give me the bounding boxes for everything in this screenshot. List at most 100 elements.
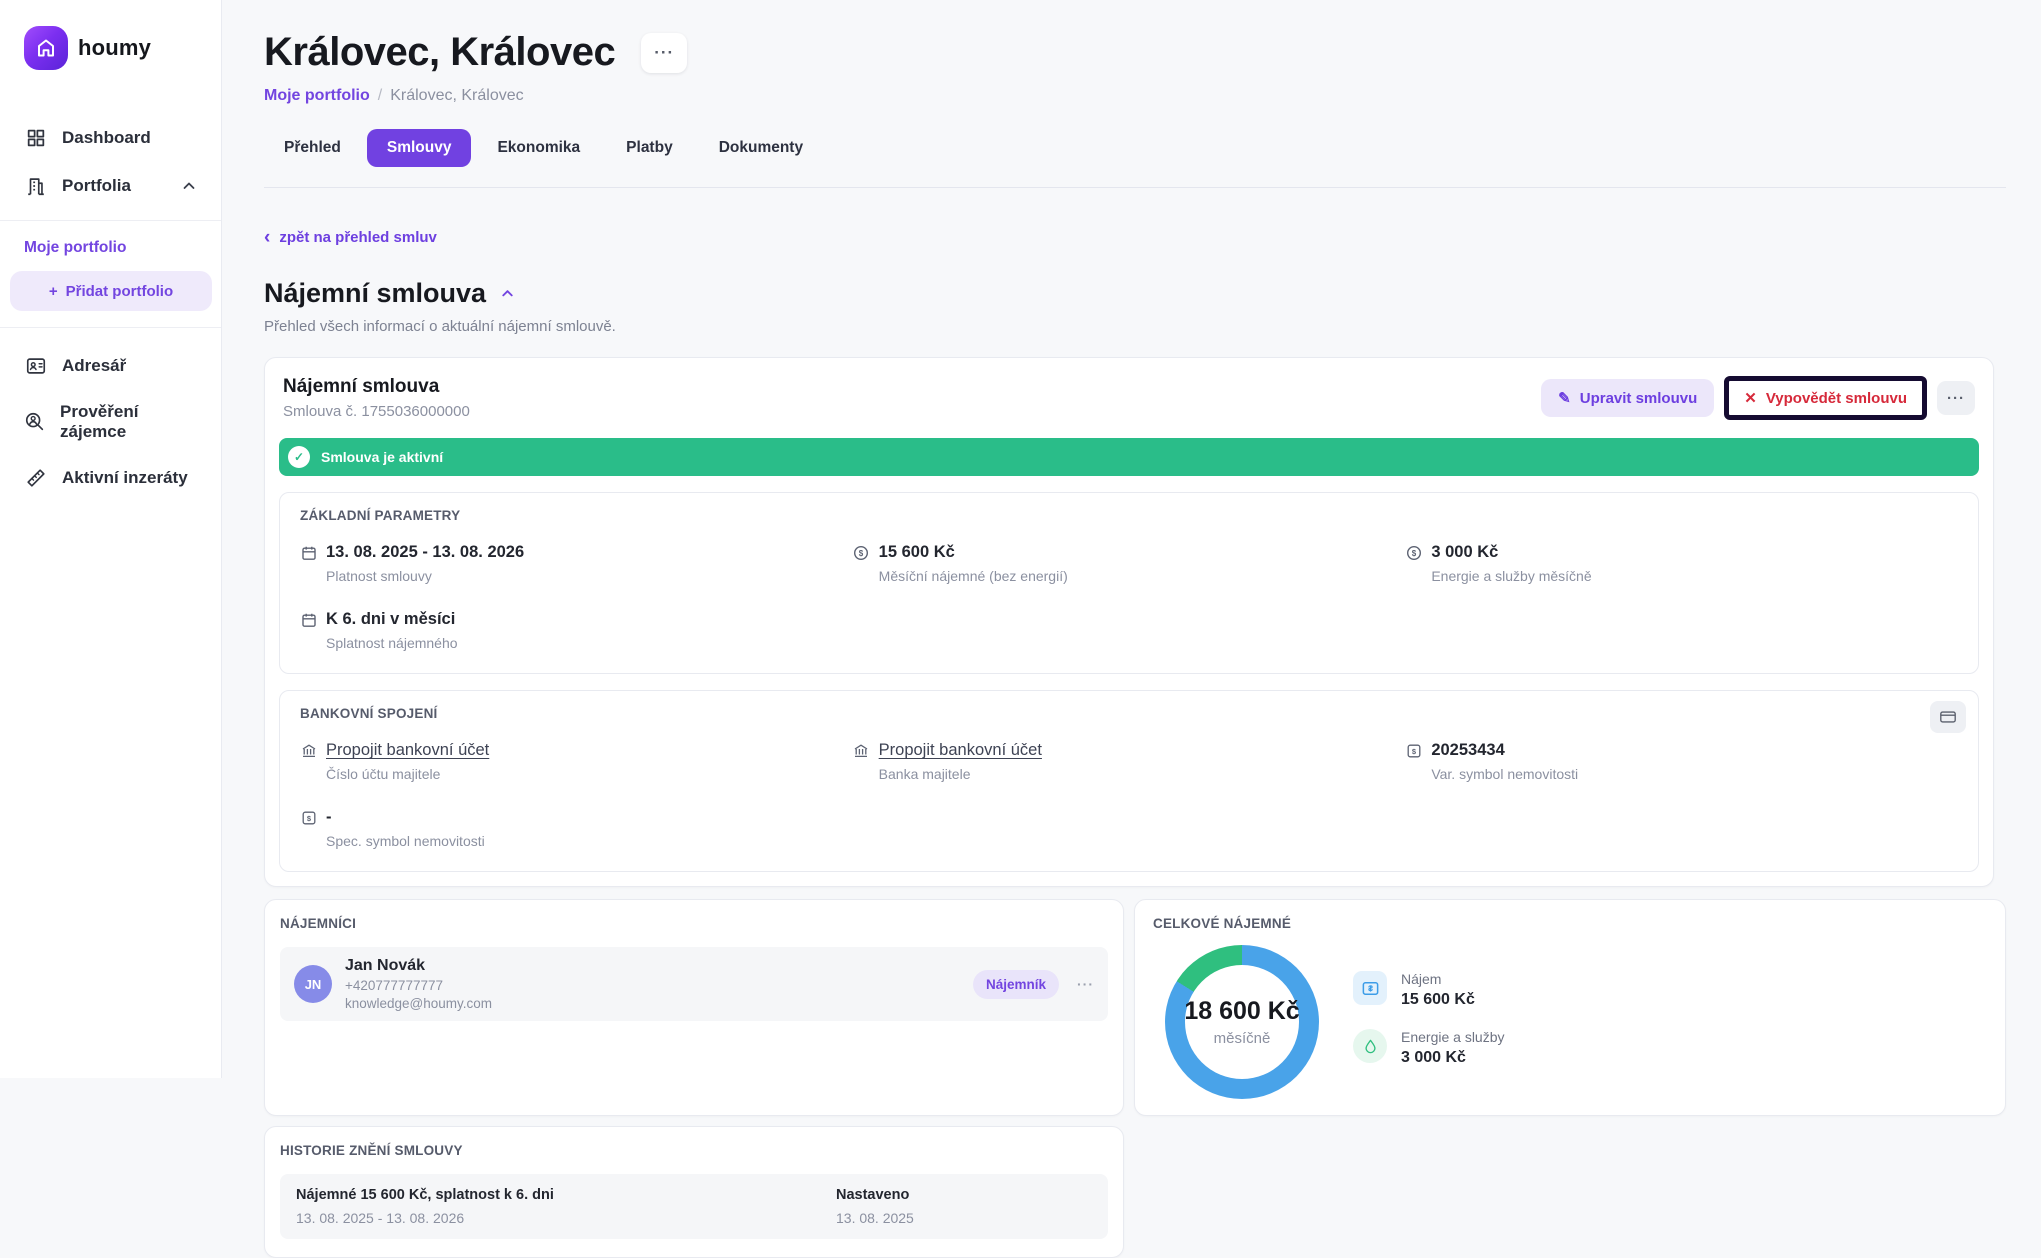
bank-account-owner: Propojit bankovní účet Číslo účtu majite… bbox=[300, 741, 853, 782]
houmy-logo-icon bbox=[24, 26, 68, 70]
banknote-icon bbox=[1353, 971, 1387, 1005]
svg-text:$: $ bbox=[1412, 747, 1417, 756]
contract-number: Smlouva č. 1755036000000 bbox=[283, 403, 470, 420]
page-title: Královec, Královec bbox=[264, 30, 615, 75]
credit-card-icon bbox=[1939, 708, 1957, 726]
logo[interactable]: houmy bbox=[0, 26, 221, 70]
tab-bar: Přehled Smlouvy Ekonomika Platby Dokumen… bbox=[264, 129, 2006, 188]
param-platnost: 13. 08. 2025 - 13. 08. 2026 Platnost sml… bbox=[300, 543, 853, 584]
specific-symbol-value: - bbox=[326, 808, 332, 827]
status-text: Smlouva je aktivní bbox=[321, 449, 443, 465]
svg-text:$: $ bbox=[1412, 549, 1417, 558]
history-set-date: 13. 08. 2025 bbox=[836, 1210, 914, 1226]
param-label: Měsíční nájemné (bez energií) bbox=[879, 568, 1406, 584]
person-search-icon bbox=[24, 410, 46, 434]
history-card: HISTORIE ZNĚNÍ SMLOUVY Nájemné 15 600 Kč… bbox=[264, 1126, 1124, 1258]
history-title: Nájemné 15 600 Kč, splatnost k 6. dni bbox=[296, 1187, 836, 1203]
history-set-label: Nastaveno bbox=[836, 1187, 914, 1203]
contract-more-button[interactable]: ··· bbox=[1937, 381, 1975, 415]
param-value: K 6. dni v měsíci bbox=[326, 610, 455, 629]
connect-bank-link[interactable]: Propojit bankovní účet bbox=[326, 741, 489, 760]
tab-prehled[interactable]: Přehled bbox=[264, 129, 361, 167]
tab-platby[interactable]: Platby bbox=[606, 129, 693, 167]
ruler-icon bbox=[24, 466, 48, 490]
legend-label: Nájem bbox=[1401, 971, 1475, 987]
coin-icon: $ bbox=[853, 544, 870, 561]
coin-icon: $ bbox=[1405, 544, 1422, 561]
pencil-icon: ✎ bbox=[1558, 389, 1571, 407]
bank-item-label: Banka majitele bbox=[879, 766, 1406, 782]
sidebar-item-label: Aktivní inzeráty bbox=[62, 468, 188, 488]
page-menu-button[interactable]: ··· bbox=[641, 33, 687, 73]
tab-dokumenty[interactable]: Dokumenty bbox=[699, 129, 823, 167]
sidebar: houmy Dashboard Portfolia Moje portfolio… bbox=[0, 0, 222, 1078]
donut-center-sub: měsíčně bbox=[1214, 1030, 1271, 1047]
sidebar-item-portfolia[interactable]: Portfolia bbox=[0, 162, 221, 210]
contract-title: Nájemní smlouva bbox=[283, 376, 470, 398]
donut-center-value: 18 600 Kč bbox=[1184, 997, 1299, 1026]
bank-item-label: Var. symbol nemovitosti bbox=[1431, 766, 1958, 782]
param-energie: $ 3 000 Kč Energie a služby měsíčně bbox=[1405, 543, 1958, 584]
dashboard-icon bbox=[24, 126, 48, 150]
sidebar-item-moje-portfolio[interactable]: Moje portfolio bbox=[0, 235, 221, 271]
add-portfolio-button[interactable]: + Přidat portfolio bbox=[10, 271, 212, 311]
variable-symbol-value: 20253434 bbox=[1431, 741, 1504, 760]
close-icon: ✕ bbox=[1744, 389, 1757, 407]
terminate-contract-button[interactable]: ✕ Vypovědět smlouvu bbox=[1729, 381, 1922, 415]
building-icon bbox=[24, 174, 48, 198]
tenant-role-badge: Nájemník bbox=[973, 970, 1059, 999]
breadcrumb-parent[interactable]: Moje portfolio bbox=[264, 87, 370, 105]
tab-ekonomika[interactable]: Ekonomika bbox=[477, 129, 600, 167]
symbol-square-icon: $ bbox=[1405, 742, 1422, 759]
payment-card-button[interactable] bbox=[1930, 701, 1966, 733]
basic-parameters-label: ZÁKLADNÍ PARAMETRY bbox=[300, 508, 1958, 523]
bank-connection-box: BANKOVNÍ SPOJENÍ Propojit bankovní účet … bbox=[279, 690, 1979, 872]
chevron-left-icon: ‹ bbox=[264, 228, 270, 247]
logo-text: houmy bbox=[78, 35, 151, 61]
param-label: Platnost smlouvy bbox=[326, 568, 853, 584]
section-subtitle: Přehled všech informací o aktuální nájem… bbox=[264, 318, 2006, 335]
sidebar-item-dashboard[interactable]: Dashboard bbox=[0, 114, 221, 162]
breadcrumb-separator: / bbox=[378, 87, 382, 105]
connect-bank-link[interactable]: Propojit bankovní účet bbox=[879, 741, 1042, 760]
svg-text:$: $ bbox=[859, 549, 864, 558]
legend-item-najem: Nájem 15 600 Kč bbox=[1353, 971, 1505, 1009]
history-row: Nájemné 15 600 Kč, splatnost k 6. dni 13… bbox=[280, 1174, 1108, 1239]
check-circle-icon: ✓ bbox=[288, 446, 310, 468]
add-portfolio-label: Přidat portfolio bbox=[66, 283, 174, 300]
legend-value: 15 600 Kč bbox=[1401, 991, 1475, 1009]
param-label: Splatnost nájemného bbox=[326, 635, 853, 651]
param-value: 15 600 Kč bbox=[879, 543, 955, 562]
symbol-square-icon: $ bbox=[300, 809, 317, 826]
specific-symbol: $ - Spec. symbol nemovitosti bbox=[300, 808, 853, 849]
basic-parameters-box: ZÁKLADNÍ PARAMETRY 13. 08. 2025 - 13. 08… bbox=[279, 492, 1979, 674]
sidebar-item-label: Portfolia bbox=[62, 176, 131, 196]
edit-contract-label: Upravit smlouvu bbox=[1580, 390, 1698, 407]
section-title: Nájemní smlouva bbox=[264, 278, 486, 309]
sidebar-item-provereni-zajemce[interactable]: Prověření zájemce bbox=[0, 390, 221, 454]
calendar-icon bbox=[300, 544, 317, 561]
sidebar-item-adresar[interactable]: Adresář bbox=[0, 342, 221, 390]
chevron-up-icon[interactable] bbox=[181, 178, 197, 194]
total-rent-label: CELKOVÉ NÁJEMNÉ bbox=[1153, 916, 1987, 931]
focus-highlight-box: ✕ Vypovědět smlouvu bbox=[1724, 376, 1927, 420]
sidebar-item-aktivni-inzeraty[interactable]: Aktivní inzeráty bbox=[0, 454, 221, 502]
param-najemne: $ 15 600 Kč Měsíční nájemné (bez energií… bbox=[853, 543, 1406, 584]
tab-smlouvy[interactable]: Smlouvy bbox=[367, 129, 472, 167]
param-splatnost: K 6. dni v měsíci Splatnost nájemného bbox=[300, 610, 853, 651]
chart-legend: Nájem 15 600 Kč Energie a služby 3 000 K… bbox=[1353, 971, 1505, 1099]
app-root: houmy Dashboard Portfolia Moje portfolio… bbox=[0, 0, 2041, 1078]
collapse-chevron-icon[interactable] bbox=[500, 286, 515, 301]
legend-label: Energie a služby bbox=[1401, 1029, 1505, 1045]
avatar: JN bbox=[294, 965, 332, 1003]
edit-contract-button[interactable]: ✎ Upravit smlouvu bbox=[1541, 379, 1714, 417]
tenant-more-button[interactable]: ··· bbox=[1077, 976, 1094, 992]
contract-card: Nájemní smlouva Smlouva č. 1755036000000… bbox=[264, 357, 1994, 887]
back-link[interactable]: ‹ zpět na přehled smluv bbox=[264, 228, 437, 247]
total-rent-card: CELKOVÉ NÁJEMNÉ 18 600 Kč měsíčně bbox=[1134, 899, 2006, 1116]
bank-item-label: Spec. symbol nemovitosti bbox=[326, 833, 853, 849]
variable-symbol: $ 20253434 Var. symbol nemovitosti bbox=[1405, 741, 1958, 782]
tenant-row: JN Jan Novák +420777777777 knowledge@hou… bbox=[280, 947, 1108, 1021]
bank-icon bbox=[853, 742, 870, 759]
history-label: HISTORIE ZNĚNÍ SMLOUVY bbox=[280, 1143, 1108, 1158]
